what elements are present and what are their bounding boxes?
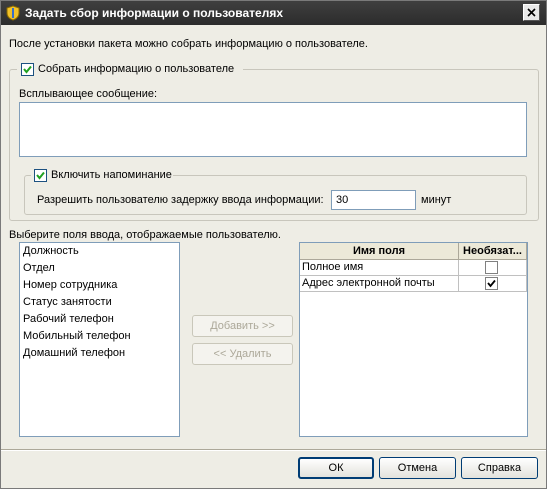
list-item[interactable]: Рабочий телефон: [23, 313, 114, 325]
list-item[interactable]: Номер сотрудника: [23, 279, 117, 291]
fields-choose-label: Выберите поля ввода, отображаемые пользо…: [9, 229, 281, 241]
column-header-field-name[interactable]: Имя поля: [300, 243, 459, 260]
window-title: Задать сбор информации о пользователях: [25, 6, 283, 20]
collect-info-checkbox[interactable]: [21, 63, 34, 76]
remove-button[interactable]: << Удалить: [192, 343, 293, 365]
popup-message-label: Всплывающее сообщение:: [19, 88, 158, 100]
column-header-optional[interactable]: Необязат...: [459, 243, 527, 260]
shield-icon: [5, 5, 21, 21]
delay-input[interactable]: 30: [331, 190, 416, 210]
table-cell-optional[interactable]: [459, 276, 527, 292]
collect-info-label: Собрать информацию о пользователе: [38, 63, 235, 75]
available-fields-list[interactable]: Должность Отдел Номер сотрудника Статус …: [19, 242, 180, 437]
optional-checkbox[interactable]: [485, 261, 498, 274]
close-button[interactable]: [523, 4, 540, 21]
footer-divider: [1, 449, 546, 451]
list-item[interactable]: Домашний телефон: [23, 347, 125, 359]
ok-button[interactable]: ОК: [298, 457, 374, 479]
list-item[interactable]: Должность: [23, 245, 79, 257]
table-cell-field-name[interactable]: Полное имя: [300, 260, 459, 276]
help-button[interactable]: Справка: [461, 457, 538, 479]
list-item[interactable]: Отдел: [23, 262, 55, 274]
add-button[interactable]: Добавить >>: [192, 315, 293, 337]
close-icon: [527, 8, 536, 17]
table-cell-field-name[interactable]: Адрес электронной почты: [300, 276, 459, 292]
cancel-button[interactable]: Отмена: [379, 457, 456, 479]
checkmark-icon: [36, 171, 45, 180]
delay-label: Разрешить пользователю задержку ввода ин…: [37, 194, 324, 206]
selected-fields-table[interactable]: Имя поля Необязат... Полное имя Адрес эл…: [299, 242, 528, 437]
reminder-checkbox[interactable]: [34, 169, 47, 182]
reminder-label: Включить напоминание: [51, 169, 172, 181]
list-item[interactable]: Мобильный телефон: [23, 330, 131, 342]
checkmark-icon: [487, 279, 496, 288]
popup-message-input[interactable]: [19, 102, 527, 157]
title-bar[interactable]: Задать сбор информации о пользователях: [1, 1, 546, 25]
optional-checkbox[interactable]: [485, 277, 498, 290]
table-cell-optional[interactable]: [459, 260, 527, 276]
delay-unit: минут: [421, 194, 452, 206]
list-item[interactable]: Статус занятости: [23, 296, 112, 308]
dialog-window: Задать сбор информации о пользователях П…: [0, 0, 547, 489]
intro-text: После установки пакета можно собрать инф…: [9, 38, 368, 50]
checkmark-icon: [23, 65, 32, 74]
